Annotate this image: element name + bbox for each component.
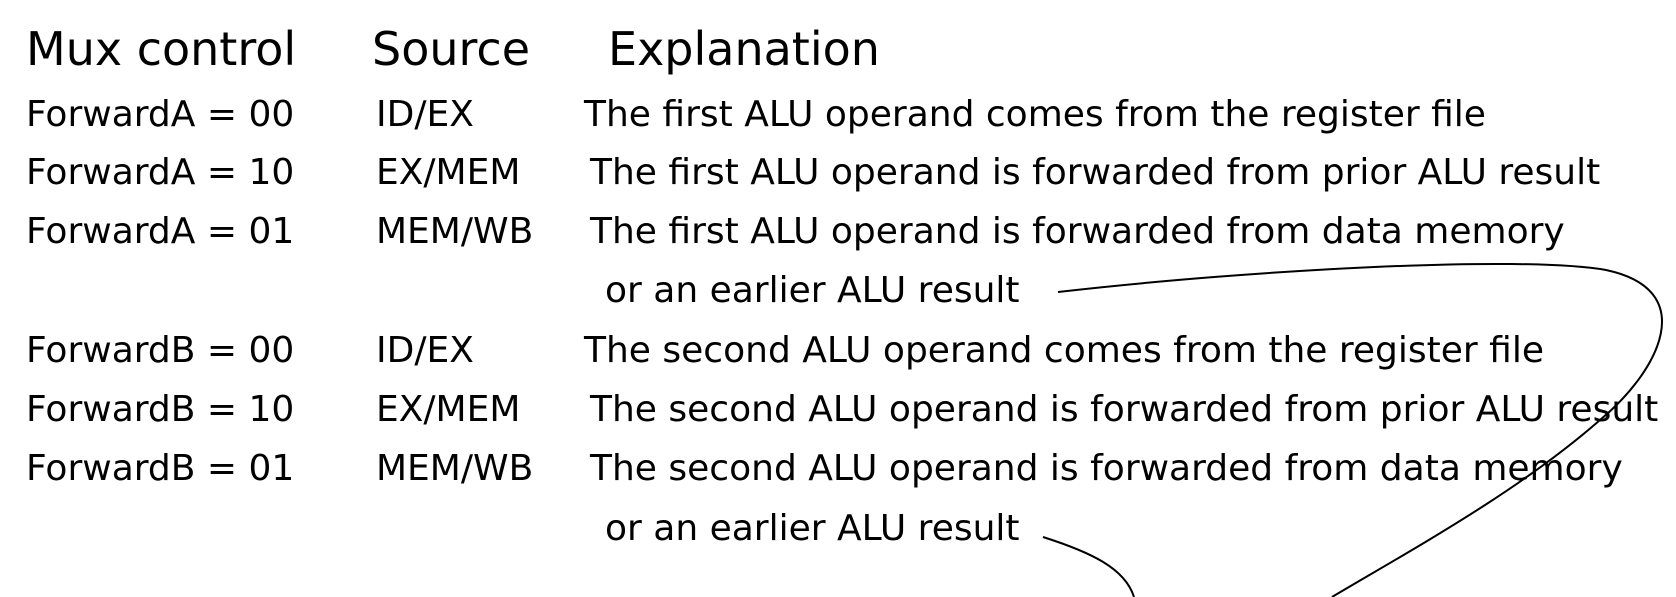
row-5-source: MEM/WB [376,448,534,489]
row-0-explanation: The first ALU operand comes from the reg… [584,94,1486,135]
row-2-explanation: The first ALU operand is forwarded from … [590,211,1565,252]
header-source: Source [372,22,530,76]
header-mux-control: Mux control [26,22,297,76]
row-2-source: MEM/WB [376,211,534,252]
row-0-mux: ForwardA = 00 [26,94,295,135]
annotation-line-upper [1057,262,1663,597]
row-3-mux: ForwardB = 00 [26,330,295,371]
header-explanation: Explanation [608,22,880,76]
row-4-explanation: The second ALU operand is forwarded from… [590,389,1659,430]
row-4-source: EX/MEM [376,389,521,430]
row-1-mux: ForwardA = 10 [26,152,295,193]
row-5-explanation: The second ALU operand is forwarded from… [590,448,1623,489]
row-1-explanation: The first ALU operand is forwarded from … [590,152,1601,193]
row-5-mux: ForwardB = 01 [26,448,295,489]
row-4-mux: ForwardB = 10 [26,389,295,430]
annotation-line-lower [1042,536,1135,597]
row-5-explanation-continuation: or an earlier ALU result [605,508,1020,549]
row-0-source: ID/EX [376,94,474,135]
row-2-explanation-continuation: or an earlier ALU result [605,270,1020,311]
row-2-mux: ForwardA = 01 [26,211,295,252]
row-3-source: ID/EX [376,330,474,371]
row-3-explanation: The second ALU operand comes from the re… [584,330,1544,371]
row-1-source: EX/MEM [376,152,521,193]
